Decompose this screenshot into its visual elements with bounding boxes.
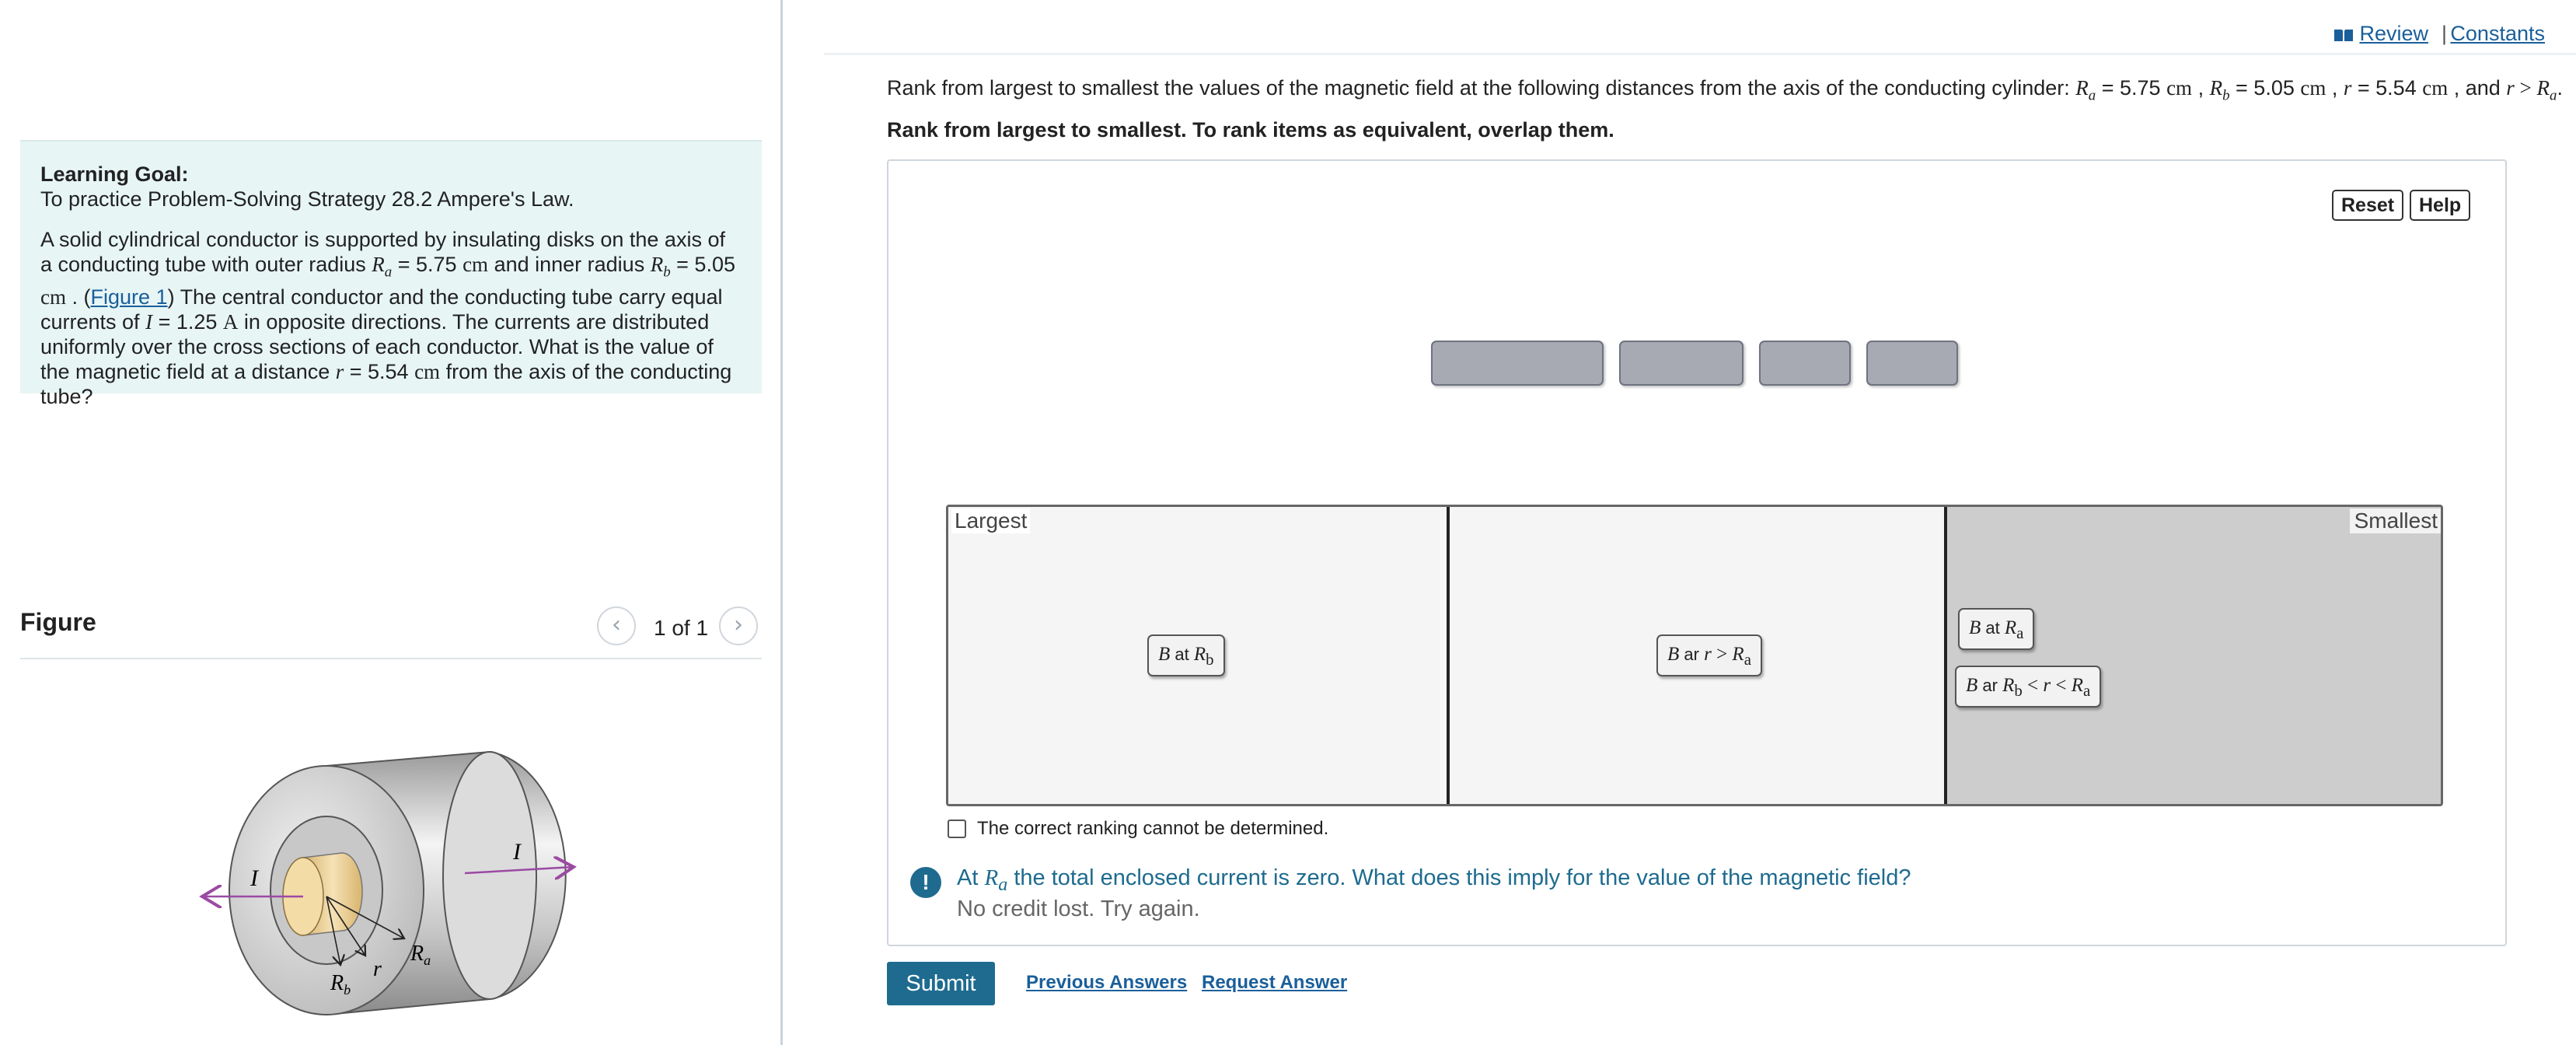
reset-button[interactable]: Reset [2332, 190, 2404, 221]
learning-goal-box: Learning Goal: To practice Problem-Solvi… [20, 140, 762, 408]
alert-icon: ! [910, 867, 941, 898]
item-placeholder [1866, 341, 1958, 386]
item-placeholder [1431, 341, 1604, 386]
request-answer-link[interactable]: Request Answer [1202, 972, 1347, 994]
book-icon [2334, 29, 2354, 41]
figure-title: Figure [20, 608, 96, 636]
rank-zone-3[interactable]: B at Ra B ar Rb < r < Ra Smallest [1944, 507, 2441, 804]
question-text: Rank from largest to smallest the values… [887, 76, 2563, 104]
ranking-chip-b-at-ra[interactable]: B at Ra [1958, 608, 2035, 650]
feedback-hint: At Ra the total enclosed current is zero… [957, 865, 1911, 895]
figure-header: Figure ‹ 1 of 1 › [20, 600, 762, 659]
constants-link[interactable]: Constants [2450, 22, 2545, 46]
figure-next-button[interactable]: › [719, 606, 758, 645]
item-placeholder [1759, 341, 1851, 386]
ranking-chip-b-r-gt-ra[interactable]: B ar r > Ra [1656, 634, 1762, 676]
chevron-right-icon: › [734, 611, 743, 638]
rank-zone-2[interactable]: B ar r > Ra [1447, 507, 1942, 804]
chevron-left-icon: ‹ [612, 611, 621, 638]
ranking-chip-b-at-rb[interactable]: B at Rb [1147, 634, 1225, 676]
problem-pane: Learning Goal: To practice Problem-Solvi… [0, 0, 780, 1045]
smallest-label: Smallest [2349, 509, 2441, 533]
problem-statement: A solid cylindrical conductor is support… [40, 228, 735, 409]
top-bar: Review | Constants [788, 0, 2576, 54]
tube-far-end [442, 751, 537, 1000]
pane-divider[interactable] [780, 0, 783, 1045]
previous-answers-link[interactable]: Previous Answers [1026, 972, 1187, 994]
submit-button[interactable]: Submit [887, 962, 995, 1005]
figure-prev-button[interactable]: ‹ [597, 606, 636, 645]
item-placeholder [1619, 341, 1744, 386]
cannot-determine-label: The correct ranking cannot be determined… [977, 818, 1329, 839]
ranking-drop-area[interactable]: B at Rb B ar r > Ra B at Ra B ar Rb < r … [946, 505, 2443, 806]
figure-counter: 1 of 1 [654, 616, 709, 640]
help-button[interactable]: Help [2410, 190, 2471, 221]
learning-goal-subtitle: To practice Problem-Solving Strategy 28.… [40, 187, 574, 211]
ranking-chip-b-rb-lt-r-lt-ra[interactable]: B ar Rb < r < Ra [1955, 666, 2102, 708]
ranking-panel: Reset Help B at Rb B ar r > Ra B at Ra B… [887, 159, 2507, 946]
cannot-determine-option[interactable]: The correct ranking cannot be determined… [948, 818, 1328, 840]
topbar-separator: | [2441, 22, 2447, 45]
feedback-credit: No credit lost. Try again. [957, 896, 1200, 921]
coaxial-cylinder-figure: I I Rb r Ra [187, 750, 622, 1016]
rank-zone-1[interactable]: B at Rb [948, 507, 1444, 804]
ranking-instruction: Rank from largest to smallest. To rank i… [887, 118, 1614, 142]
cannot-determine-checkbox[interactable] [948, 820, 966, 838]
largest-label: Largest [951, 509, 1031, 533]
learning-goal-title: Learning Goal: [40, 163, 189, 186]
header-divider [824, 53, 2576, 55]
figure-1-link[interactable]: Figure 1 [91, 285, 168, 309]
label-r: r [373, 957, 382, 981]
review-link[interactable]: Review [2333, 22, 2428, 46]
